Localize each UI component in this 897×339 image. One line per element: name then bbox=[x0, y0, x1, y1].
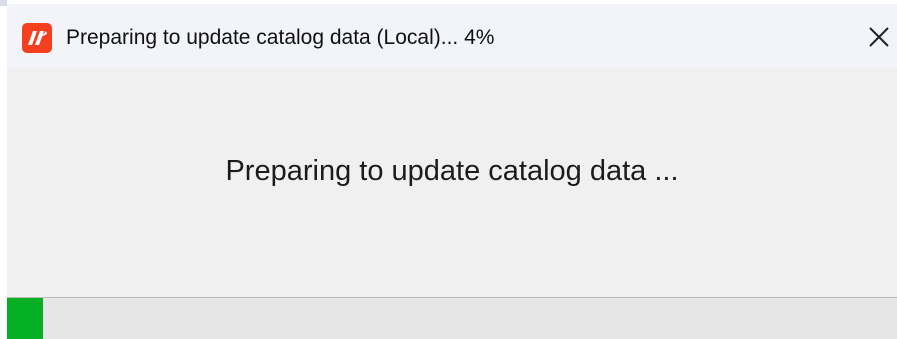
close-icon bbox=[869, 27, 889, 47]
background-edge bbox=[0, 0, 7, 339]
window-title: Preparing to update catalog data (Local)… bbox=[66, 26, 495, 49]
app-logo-glyph bbox=[28, 31, 47, 45]
app-logo-icon bbox=[22, 23, 52, 53]
close-button[interactable] bbox=[861, 12, 897, 62]
progress-dialog: Preparing to update catalog data (Local)… bbox=[7, 4, 897, 339]
progress-bar-fill bbox=[7, 298, 43, 339]
status-message: Preparing to update catalog data ... bbox=[225, 155, 679, 187]
title-bar[interactable]: Preparing to update catalog data (Local)… bbox=[7, 4, 897, 68]
progress-bar bbox=[7, 297, 897, 339]
dialog-content: Preparing to update catalog data ... bbox=[7, 68, 897, 297]
background-edge-mark bbox=[0, 0, 7, 6]
